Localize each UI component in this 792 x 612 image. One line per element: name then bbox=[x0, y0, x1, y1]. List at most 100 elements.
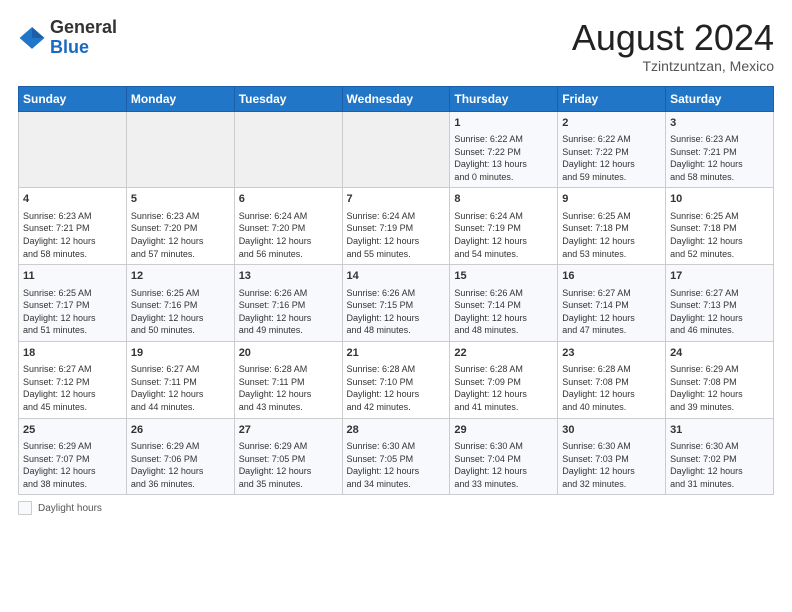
day-info-line: Sunrise: 6:25 AM bbox=[131, 287, 230, 300]
day-info-line: Daylight: 12 hours bbox=[670, 158, 769, 171]
day-info-line: and 59 minutes. bbox=[562, 171, 661, 184]
day-number: 3 bbox=[670, 116, 769, 131]
calendar-cell: 10Sunrise: 6:25 AMSunset: 7:18 PMDayligh… bbox=[666, 188, 774, 265]
calendar-cell: 21Sunrise: 6:28 AMSunset: 7:10 PMDayligh… bbox=[342, 341, 450, 418]
day-info-line: and 54 minutes. bbox=[454, 248, 553, 261]
day-info-line: Sunrise: 6:28 AM bbox=[562, 363, 661, 376]
day-info-line: Daylight: 12 hours bbox=[131, 312, 230, 325]
calendar-cell: 11Sunrise: 6:25 AMSunset: 7:17 PMDayligh… bbox=[19, 265, 127, 342]
calendar-cell: 24Sunrise: 6:29 AMSunset: 7:08 PMDayligh… bbox=[666, 341, 774, 418]
day-info-line: Sunrise: 6:28 AM bbox=[347, 363, 446, 376]
day-info-line: and 53 minutes. bbox=[562, 248, 661, 261]
day-info-line: Daylight: 12 hours bbox=[562, 312, 661, 325]
day-info-line: and 57 minutes. bbox=[131, 248, 230, 261]
calendar-cell: 20Sunrise: 6:28 AMSunset: 7:11 PMDayligh… bbox=[234, 341, 342, 418]
day-number: 14 bbox=[347, 269, 446, 284]
day-info-line: Sunset: 7:06 PM bbox=[131, 453, 230, 466]
day-info-line: Daylight: 12 hours bbox=[562, 158, 661, 171]
day-number: 28 bbox=[347, 423, 446, 438]
calendar-cell: 7Sunrise: 6:24 AMSunset: 7:19 PMDaylight… bbox=[342, 188, 450, 265]
day-info-line: and 50 minutes. bbox=[131, 324, 230, 337]
calendar-cell: 3Sunrise: 6:23 AMSunset: 7:21 PMDaylight… bbox=[666, 111, 774, 188]
day-info-line: Sunrise: 6:25 AM bbox=[23, 287, 122, 300]
day-info-line: Sunset: 7:11 PM bbox=[131, 376, 230, 389]
day-number: 13 bbox=[239, 269, 338, 284]
day-info-line: Daylight: 12 hours bbox=[347, 465, 446, 478]
day-number: 15 bbox=[454, 269, 553, 284]
calendar-day-header: Thursday bbox=[450, 86, 558, 111]
day-info-line: Daylight: 12 hours bbox=[239, 465, 338, 478]
day-info-line: Daylight: 12 hours bbox=[670, 235, 769, 248]
day-info-line: Sunrise: 6:30 AM bbox=[562, 440, 661, 453]
day-number: 23 bbox=[562, 346, 661, 361]
day-info-line: Sunrise: 6:30 AM bbox=[347, 440, 446, 453]
day-info-line: Daylight: 12 hours bbox=[562, 235, 661, 248]
day-info-line: Sunset: 7:22 PM bbox=[454, 146, 553, 159]
day-info-line: Sunset: 7:17 PM bbox=[23, 299, 122, 312]
calendar-cell: 26Sunrise: 6:29 AMSunset: 7:06 PMDayligh… bbox=[126, 418, 234, 495]
day-info-line: Sunset: 7:02 PM bbox=[670, 453, 769, 466]
day-info-line: Daylight: 12 hours bbox=[239, 235, 338, 248]
day-info-line: and 0 minutes. bbox=[454, 171, 553, 184]
day-info-line: and 34 minutes. bbox=[347, 478, 446, 491]
day-info-line: Sunset: 7:16 PM bbox=[131, 299, 230, 312]
day-info-line: Sunrise: 6:23 AM bbox=[131, 210, 230, 223]
day-info-line: and 43 minutes. bbox=[239, 401, 338, 414]
calendar-day-header: Wednesday bbox=[342, 86, 450, 111]
calendar-cell: 2Sunrise: 6:22 AMSunset: 7:22 PMDaylight… bbox=[558, 111, 666, 188]
day-info-line: and 41 minutes. bbox=[454, 401, 553, 414]
day-info-line: Daylight: 12 hours bbox=[23, 235, 122, 248]
calendar-cell bbox=[342, 111, 450, 188]
day-info-line: Sunset: 7:05 PM bbox=[239, 453, 338, 466]
day-info-line: Sunset: 7:07 PM bbox=[23, 453, 122, 466]
day-number: 6 bbox=[239, 192, 338, 207]
day-info-line: Daylight: 12 hours bbox=[131, 388, 230, 401]
day-info-line: Sunrise: 6:24 AM bbox=[347, 210, 446, 223]
day-info-line: and 33 minutes. bbox=[454, 478, 553, 491]
day-info-line: Daylight: 12 hours bbox=[239, 388, 338, 401]
calendar-cell: 31Sunrise: 6:30 AMSunset: 7:02 PMDayligh… bbox=[666, 418, 774, 495]
day-info-line: and 48 minutes. bbox=[347, 324, 446, 337]
day-info-line: and 32 minutes. bbox=[562, 478, 661, 491]
day-number: 30 bbox=[562, 423, 661, 438]
day-info-line: and 51 minutes. bbox=[23, 324, 122, 337]
day-info-line: Sunset: 7:21 PM bbox=[23, 222, 122, 235]
day-info-line: and 39 minutes. bbox=[670, 401, 769, 414]
day-info-line: Daylight: 12 hours bbox=[670, 465, 769, 478]
day-info-line: Sunset: 7:10 PM bbox=[347, 376, 446, 389]
calendar-table: SundayMondayTuesdayWednesdayThursdayFrid… bbox=[18, 86, 774, 496]
day-info-line: and 56 minutes. bbox=[239, 248, 338, 261]
day-info-line: Sunrise: 6:22 AM bbox=[454, 133, 553, 146]
day-info-line: Sunrise: 6:27 AM bbox=[23, 363, 122, 376]
day-info-line: Daylight: 12 hours bbox=[23, 312, 122, 325]
day-info-line: Daylight: 12 hours bbox=[454, 465, 553, 478]
day-number: 17 bbox=[670, 269, 769, 284]
day-info-line: Daylight: 12 hours bbox=[562, 465, 661, 478]
logo-blue-text: Blue bbox=[50, 37, 89, 57]
day-number: 24 bbox=[670, 346, 769, 361]
calendar-cell: 28Sunrise: 6:30 AMSunset: 7:05 PMDayligh… bbox=[342, 418, 450, 495]
daylight-legend-label: Daylight hours bbox=[38, 503, 102, 514]
day-info-line: Sunset: 7:08 PM bbox=[670, 376, 769, 389]
calendar-day-header: Friday bbox=[558, 86, 666, 111]
day-info-line: Daylight: 13 hours bbox=[454, 158, 553, 171]
day-number: 10 bbox=[670, 192, 769, 207]
calendar-cell: 22Sunrise: 6:28 AMSunset: 7:09 PMDayligh… bbox=[450, 341, 558, 418]
day-number: 8 bbox=[454, 192, 553, 207]
calendar-cell: 27Sunrise: 6:29 AMSunset: 7:05 PMDayligh… bbox=[234, 418, 342, 495]
day-info-line: Daylight: 12 hours bbox=[562, 388, 661, 401]
day-info-line: Sunset: 7:16 PM bbox=[239, 299, 338, 312]
calendar-cell: 6Sunrise: 6:24 AMSunset: 7:20 PMDaylight… bbox=[234, 188, 342, 265]
day-info-line: Sunset: 7:04 PM bbox=[454, 453, 553, 466]
day-info-line: Sunset: 7:18 PM bbox=[562, 222, 661, 235]
day-info-line: and 31 minutes. bbox=[670, 478, 769, 491]
day-info-line: and 46 minutes. bbox=[670, 324, 769, 337]
day-info-line: Sunrise: 6:30 AM bbox=[670, 440, 769, 453]
day-info-line: Sunrise: 6:27 AM bbox=[562, 287, 661, 300]
day-info-line: Sunrise: 6:27 AM bbox=[670, 287, 769, 300]
day-info-line: Daylight: 12 hours bbox=[347, 388, 446, 401]
calendar-cell bbox=[234, 111, 342, 188]
day-info-line: Sunrise: 6:29 AM bbox=[239, 440, 338, 453]
day-info-line: Sunset: 7:21 PM bbox=[670, 146, 769, 159]
day-number: 9 bbox=[562, 192, 661, 207]
